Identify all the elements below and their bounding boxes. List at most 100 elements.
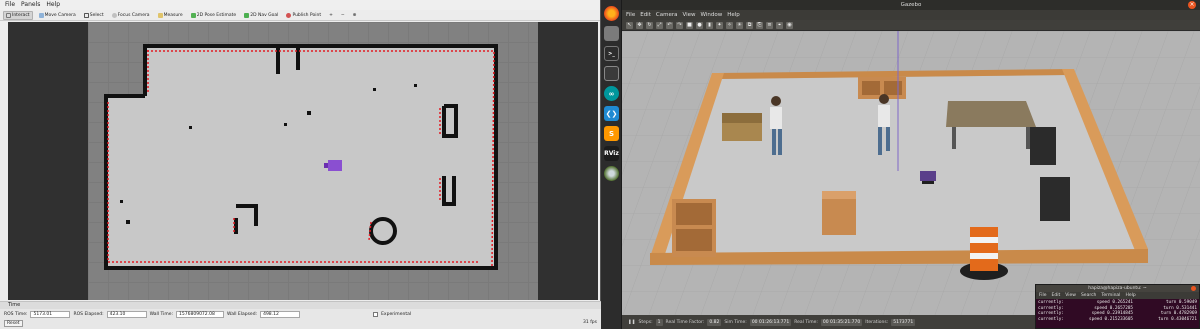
gz-menu-edit[interactable]: Edit <box>640 10 651 20</box>
reset-button[interactable]: Reset <box>4 320 23 327</box>
screenshot-icon[interactable]: ◉ <box>786 21 793 29</box>
wall-elapsed-label: Wall Elapsed: <box>227 312 258 317</box>
real-time-value: 00 01:35:21.770 <box>820 318 863 326</box>
sim-time-value: 00 01:26:13.771 <box>749 318 792 326</box>
occupancy-map <box>104 44 498 270</box>
fps-readout: 31 fps <box>583 320 597 325</box>
gz-menu-window[interactable]: Window <box>701 10 723 20</box>
sublime-icon[interactable]: S <box>604 126 619 141</box>
terminal-output: currently: speed 0.265241 turn 0.59049 cur… <box>1036 299 1199 323</box>
term-menu-search[interactable]: Search <box>1081 292 1096 299</box>
pause-icon[interactable]: ❚❚ <box>628 320 636 325</box>
gz-menu-camera[interactable]: Camera <box>656 10 678 20</box>
remove-tool-button[interactable]: − <box>339 11 347 20</box>
ros-time-label: ROS Time: <box>4 312 28 317</box>
pointlight-icon[interactable]: ✦ <box>716 21 723 29</box>
gazebo-3d-scene[interactable] <box>622 31 1200 315</box>
translate-icon[interactable]: ✥ <box>636 21 643 29</box>
shelf-left <box>672 199 716 257</box>
monitor-icon[interactable] <box>604 66 619 81</box>
real-time-label: Real Time: <box>794 319 818 325</box>
terminal-window[interactable]: hapiza@hapiza-ubuntu: ~ File Edit View S… <box>1035 284 1200 329</box>
gazebo-window: Gazebo × File Edit Camera View Window He… <box>622 0 1200 329</box>
sphere-icon[interactable]: ● <box>696 21 703 29</box>
dirlight-icon[interactable]: ☀ <box>736 21 743 29</box>
undo-icon[interactable]: ↶ <box>666 21 673 29</box>
experimental-checkbox[interactable] <box>373 312 379 317</box>
rviz-menubar: File Panels Help <box>0 0 600 10</box>
tool-interact[interactable]: Interact <box>3 10 33 20</box>
rviz-toolbar: Interact Move Camera Select Focus Camera… <box>0 10 600 21</box>
time-panel: Time ROS Time: 5173.01 ROS Elapsed: 423.… <box>0 301 601 329</box>
pose-estimate-icon <box>190 12 196 18</box>
tool-focus-camera[interactable]: Focus Camera <box>110 11 152 20</box>
term-menu-edit[interactable]: Edit <box>1052 292 1061 299</box>
tool-2d-nav-goal[interactable]: 2D Nav Goal <box>242 11 280 20</box>
wall-time-label: Wall Time: <box>149 312 174 317</box>
files-icon[interactable] <box>604 26 619 41</box>
rotate-icon[interactable]: ↻ <box>646 21 653 29</box>
terminal-titlebar: hapiza@hapiza-ubuntu: ~ <box>1036 285 1199 292</box>
menu-panels[interactable]: Panels <box>21 0 40 10</box>
wall-elapsed-field: 498.12 <box>260 311 301 318</box>
gazebo-menubar: File Edit Camera View Window Help <box>622 10 1200 20</box>
vscode-icon[interactable]: ❮❯ <box>604 106 619 121</box>
tool-measure[interactable]: Measure <box>156 11 185 20</box>
gazebo-toolbar: ↖ ✥ ↻ ⤢ ↶ ↷ ■ ● ▮ ✦ ✧ ☀ ⧉ ⎘ ≡ ⌖ ◉ <box>622 20 1200 31</box>
close-icon[interactable] <box>1191 286 1196 291</box>
iterations-value: 5173771 <box>891 318 916 326</box>
arduino-icon[interactable]: ∞ <box>604 86 619 101</box>
ros-time-field: 5173.01 <box>30 311 71 318</box>
box-icon[interactable]: ■ <box>686 21 693 29</box>
term-menu-terminal[interactable]: Terminal <box>1101 292 1120 299</box>
arrow-icon[interactable]: ↖ <box>626 21 633 29</box>
term-menu-view[interactable]: View <box>1065 292 1076 299</box>
tool-2d-pose-estimate[interactable]: 2D Pose Estimate <box>189 11 239 20</box>
gazebo-icon[interactable] <box>604 166 619 181</box>
rviz-3d-viewport[interactable] <box>8 22 598 300</box>
redo-icon[interactable]: ↷ <box>676 21 683 29</box>
box-center <box>822 191 856 235</box>
scale-icon[interactable]: ⤢ <box>656 21 663 29</box>
ros-elapsed-field: 423.10 <box>106 311 147 318</box>
add-tool-button[interactable]: + <box>327 11 335 20</box>
rviz-icon[interactable]: RViz <box>604 146 619 161</box>
iterations-label: Iterations: <box>865 319 889 325</box>
menu-help[interactable]: Help <box>46 0 60 10</box>
term-menu-file[interactable]: File <box>1039 292 1047 299</box>
paste-icon[interactable]: ⎘ <box>756 21 763 29</box>
firefox-icon[interactable] <box>604 6 619 21</box>
term-menu-help[interactable]: Help <box>1125 292 1135 299</box>
room-floor <box>658 75 1142 257</box>
align-icon[interactable]: ≡ <box>766 21 773 29</box>
snap-icon[interactable]: ⌖ <box>776 21 783 29</box>
gz-menu-view[interactable]: View <box>682 10 695 20</box>
terminal-icon[interactable]: >_ <box>604 46 619 61</box>
map-free-space <box>106 46 496 268</box>
menu-file[interactable]: File <box>5 0 15 10</box>
tool-publish-point[interactable]: Publish Point <box>284 11 323 20</box>
sim-time-label: Sim Time: <box>724 319 747 325</box>
desktop: File Panels Help Interact Move Camera Se… <box>0 0 1200 329</box>
tool-move-camera[interactable]: Move Camera <box>37 11 78 20</box>
close-icon[interactable]: × <box>1188 1 1196 9</box>
rtf-value: 0.82 <box>707 318 722 326</box>
publish-point-icon <box>286 12 292 18</box>
cylinder-icon[interactable]: ▮ <box>706 21 713 29</box>
steps-value[interactable]: 1 <box>655 318 663 326</box>
gz-menu-file[interactable]: File <box>626 10 635 20</box>
tool-menu-button[interactable]: ⊕ <box>351 11 359 20</box>
ros-elapsed-label: ROS Elapsed: <box>73 312 104 317</box>
cursor-icon <box>6 12 11 18</box>
simulation-view <box>622 31 1200 315</box>
tool-select[interactable]: Select <box>82 11 106 20</box>
camera-move-icon <box>38 12 44 18</box>
gz-menu-help[interactable]: Help <box>727 10 740 20</box>
terminal-title: hapiza@hapiza-ubuntu: ~ <box>1088 286 1147 291</box>
copy-icon[interactable]: ⧉ <box>746 21 753 29</box>
spotlight-icon[interactable]: ✧ <box>726 21 733 29</box>
rtf-label: Real Time Factor: <box>665 319 705 325</box>
select-icon <box>83 12 89 18</box>
nav-goal-icon <box>244 12 250 18</box>
gazebo-window-title: Gazebo <box>900 2 922 8</box>
